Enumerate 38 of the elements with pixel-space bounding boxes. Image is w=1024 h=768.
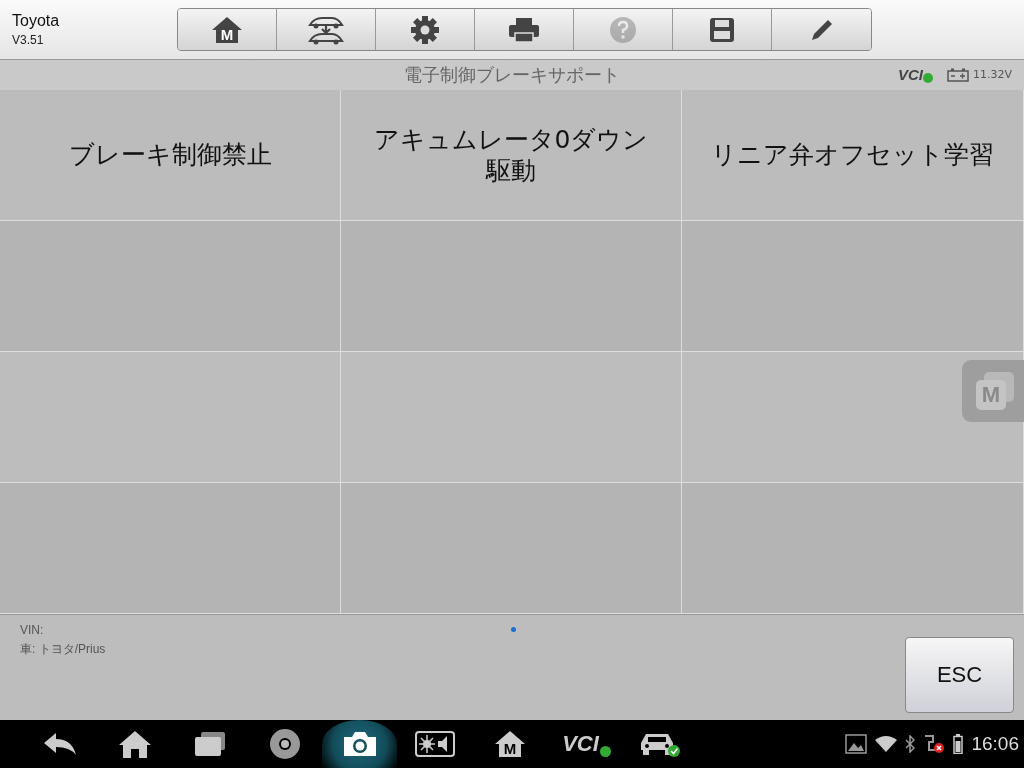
page-indicator-dot: [511, 627, 516, 632]
app-version: V3.51: [12, 33, 45, 47]
page-title: 電子制御ブレーキサポート: [404, 63, 620, 87]
home-button[interactable]: M: [178, 9, 277, 50]
wifi-icon: [875, 735, 898, 753]
camera-taskbar-button[interactable]: [322, 720, 397, 768]
vci-status: VCI: [897, 66, 931, 83]
bluetooth-icon: [905, 735, 916, 753]
battery-icon: [947, 67, 969, 82]
brightness-volume-icon: [414, 731, 455, 757]
browser-icon: [268, 728, 301, 760]
battery-icon: [953, 734, 964, 754]
print-button[interactable]: [475, 9, 574, 50]
app-name: Toyota: [12, 12, 61, 30]
gear-button[interactable]: [376, 9, 475, 50]
home-icon: [117, 729, 152, 759]
esc-button[interactable]: ESC: [905, 637, 1014, 713]
help-icon: [608, 14, 638, 45]
house-icon: M: [210, 14, 244, 45]
car-swap-icon: [306, 14, 346, 45]
recent-apps-icon: [192, 731, 227, 757]
network-error-icon: [923, 734, 946, 754]
printer-icon: [507, 15, 541, 44]
function-button[interactable]: リニア弁オフセット学習: [682, 90, 1024, 221]
vin-label: VIN:: [20, 623, 45, 637]
pen-button[interactable]: [772, 9, 871, 50]
clock: 16:06: [971, 733, 1019, 755]
battery-voltage: 11.32V: [973, 68, 1012, 81]
settings-icon: [410, 14, 440, 45]
vehicle-info: 車: トヨタ/Prius: [20, 641, 106, 658]
cars-button[interactable]: [277, 9, 376, 50]
function-button[interactable]: アキュムレータ0ダウン駆動: [341, 90, 682, 221]
save-button[interactable]: [673, 9, 772, 50]
app-m-taskbar-button[interactable]: M: [472, 720, 547, 768]
camera-icon: [341, 730, 378, 758]
gallery-notification-icon: [845, 734, 868, 754]
function-button[interactable]: ブレーキ制御禁止: [0, 90, 341, 221]
vci-taskbar-button[interactable]: VCI: [547, 720, 622, 768]
